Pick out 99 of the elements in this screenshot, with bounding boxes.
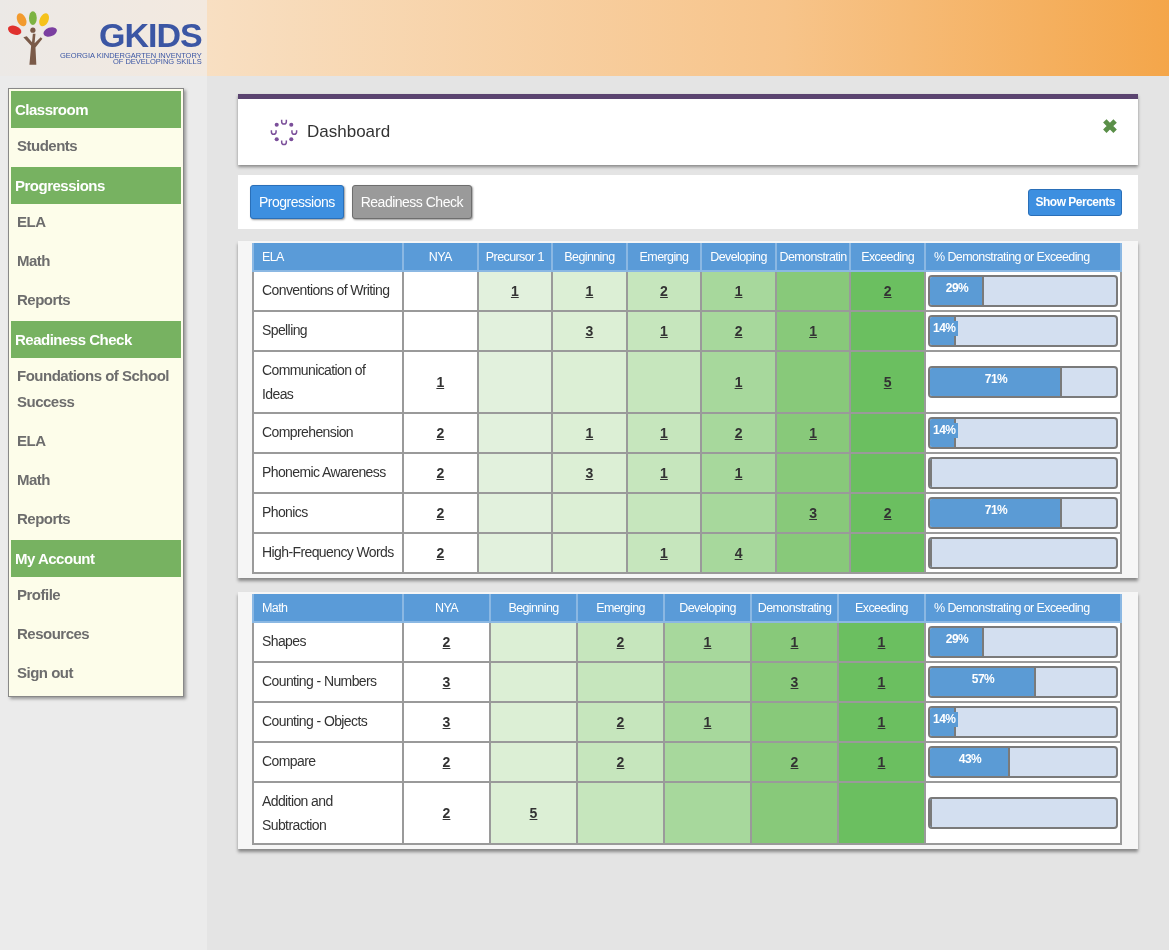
nav-item[interactable]: Reports [11, 501, 181, 540]
percent-label: 71% [983, 372, 1009, 386]
nav-item[interactable]: Reports [11, 282, 181, 321]
close-button[interactable]: ✖ [1102, 114, 1118, 138]
nav-item[interactable]: ELA [11, 204, 181, 243]
row-label: High-Frequency Words [253, 533, 403, 573]
column-header: Emerging [577, 594, 664, 622]
column-header: Math [253, 594, 403, 622]
row-label: Phonemic Awareness [253, 453, 403, 493]
count-link[interactable]: 1 [701, 271, 776, 311]
count-link[interactable]: 3 [775, 493, 851, 533]
count-link[interactable]: 2 [403, 782, 490, 844]
nav-item[interactable]: Profile [11, 577, 181, 616]
row-label: Comprehension [253, 413, 403, 453]
count-link[interactable]: 1 [838, 702, 925, 742]
count-link[interactable]: 2 [403, 453, 478, 493]
row-label: Conventions of Writing [253, 271, 403, 311]
count-link[interactable]: 2 [626, 271, 702, 311]
column-header: % Demonstrating or Exceeding [925, 243, 1121, 271]
count-link[interactable]: 2 [403, 413, 478, 453]
count-link[interactable]: 2 [751, 742, 838, 782]
row-label: Compare [253, 742, 403, 782]
column-header: % Demonstrating or Exceeding [925, 594, 1121, 622]
count-link[interactable]: 2 [403, 533, 478, 573]
column-header: NYA [403, 594, 490, 622]
nav-item[interactable]: Math [11, 243, 181, 282]
count-link[interactable]: 1 [664, 622, 751, 662]
percent-label: 29% [944, 281, 970, 295]
count-link[interactable]: 2 [403, 622, 490, 662]
count-link[interactable]: 1 [626, 311, 702, 351]
count-link[interactable]: 1 [838, 742, 925, 782]
count-link[interactable]: 4 [701, 533, 776, 573]
count-link[interactable]: 2 [701, 413, 776, 453]
percent-label: 29% [944, 632, 970, 646]
percent-label: 71% [983, 503, 1009, 517]
count-link[interactable]: 1 [664, 702, 751, 742]
count-link[interactable]: 3 [403, 662, 490, 702]
nav-item[interactable]: ELA [11, 423, 181, 462]
count-link[interactable]: 2 [577, 702, 664, 742]
percent-label: 14% [930, 321, 958, 336]
row-label: Communication of Ideas [253, 351, 403, 413]
row-label: Shapes [253, 622, 403, 662]
count-link[interactable]: 3 [552, 453, 627, 493]
count-link[interactable]: 2 [577, 622, 664, 662]
count-link[interactable]: 1 [626, 453, 702, 493]
logo-title: GKIDS [99, 17, 202, 53]
nav-item[interactable]: Resources [11, 616, 181, 655]
count-link[interactable]: 2 [577, 742, 664, 782]
column-header: Demonstrating [751, 594, 838, 622]
nav-item[interactable]: Sign out [11, 655, 181, 694]
count-link[interactable]: 1 [626, 533, 702, 573]
count-link[interactable]: 1 [701, 351, 776, 413]
column-header: Precursor 1 [477, 243, 553, 271]
count-link[interactable]: 2 [701, 311, 776, 351]
count-link[interactable]: 1 [701, 453, 776, 493]
count-link[interactable]: 1 [626, 413, 702, 453]
count-link[interactable]: 5 [850, 351, 925, 413]
tree-icon [6, 11, 58, 65]
column-header: Exceeding [838, 594, 925, 622]
percent-label: 43% [957, 752, 983, 766]
row-label: Counting - Objects [253, 702, 403, 742]
percent-label: 14% [930, 712, 958, 727]
count-link[interactable]: 1 [552, 413, 627, 453]
count-link[interactable]: 1 [477, 271, 553, 311]
column-header: Developing [664, 594, 751, 622]
nav-item[interactable]: Foundations of School Success [11, 358, 181, 423]
count-link[interactable]: 1 [775, 311, 851, 351]
count-link[interactable]: 3 [403, 702, 490, 742]
percent-label: 57% [970, 672, 996, 686]
count-link[interactable]: 1 [403, 351, 478, 413]
count-link[interactable]: 2 [403, 493, 478, 533]
count-link[interactable]: 3 [751, 662, 838, 702]
row-label: Addition and Subtraction [253, 782, 403, 844]
nav-item[interactable]: Math [11, 462, 181, 501]
count-link[interactable]: 2 [850, 271, 925, 311]
column-header: Emerging [626, 243, 702, 271]
count-link[interactable]: 1 [751, 622, 838, 662]
column-header: Developing [701, 243, 776, 271]
count-link[interactable]: 3 [552, 311, 627, 351]
count-link[interactable]: 1 [552, 271, 627, 311]
row-label: Counting - Numbers [253, 662, 403, 702]
count-link[interactable]: 1 [775, 413, 851, 453]
column-header: Exceeding [850, 243, 925, 271]
row-label: Spelling [253, 311, 403, 351]
row-label: Phonics [253, 493, 403, 533]
column-header: NYA [403, 243, 478, 271]
nav-item[interactable]: Students [11, 128, 181, 167]
column-header: ELA [253, 243, 403, 271]
count-link[interactable]: 1 [838, 662, 925, 702]
column-header: Beginning [552, 243, 627, 271]
count-link[interactable]: 2 [403, 742, 490, 782]
count-link[interactable]: 1 [838, 622, 925, 662]
percent-label: 14% [930, 423, 958, 438]
column-header: Beginning [490, 594, 577, 622]
panel-title: Dashboard [307, 122, 391, 142]
dashboard-icon [270, 118, 298, 146]
count-link[interactable]: 2 [850, 493, 925, 533]
column-header: Demonstratin [775, 243, 851, 271]
count-link[interactable]: 5 [490, 782, 577, 844]
